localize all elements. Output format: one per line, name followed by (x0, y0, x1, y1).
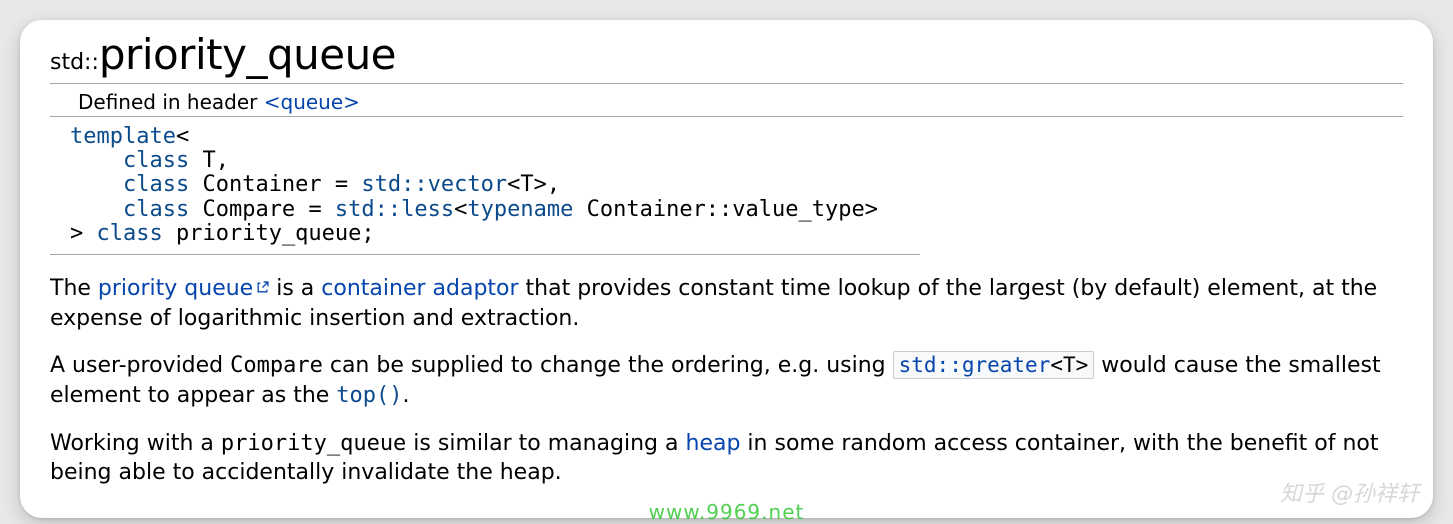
std-greater-link[interactable]: std::greater (899, 353, 1051, 377)
title-classname: priority_queue (99, 30, 396, 79)
doc-card: std::priority_queue Defined in header <q… (20, 20, 1433, 518)
container-adaptor-link[interactable]: container adaptor (321, 276, 518, 301)
title-namespace: std:: (50, 50, 99, 75)
paragraph-1: The priority queue is a container adapto… (50, 273, 1403, 333)
top-fn: top() (336, 383, 402, 408)
paragraph-2: A user-provided Compare can be supplied … (50, 351, 1403, 410)
pq-ident: priority_queue (221, 431, 406, 456)
defined-prefix: Defined in header (78, 90, 264, 114)
watermark-url: www.9969.net (649, 500, 805, 524)
external-link-icon (256, 273, 269, 286)
compare-ident: Compare (230, 353, 323, 378)
header-link[interactable]: <queue> (264, 90, 360, 114)
defined-in-header: Defined in header <queue> (50, 86, 1403, 117)
heap-link[interactable]: heap (686, 431, 741, 456)
priority-queue-link[interactable]: priority queue (98, 276, 253, 301)
std-greater-code: std::greater<T> (893, 351, 1095, 379)
page-title: std::priority_queue (50, 30, 1403, 84)
template-declaration: template< class T, class Container = std… (50, 119, 920, 255)
paragraph-3: Working with a priority_queue is similar… (50, 429, 1403, 488)
